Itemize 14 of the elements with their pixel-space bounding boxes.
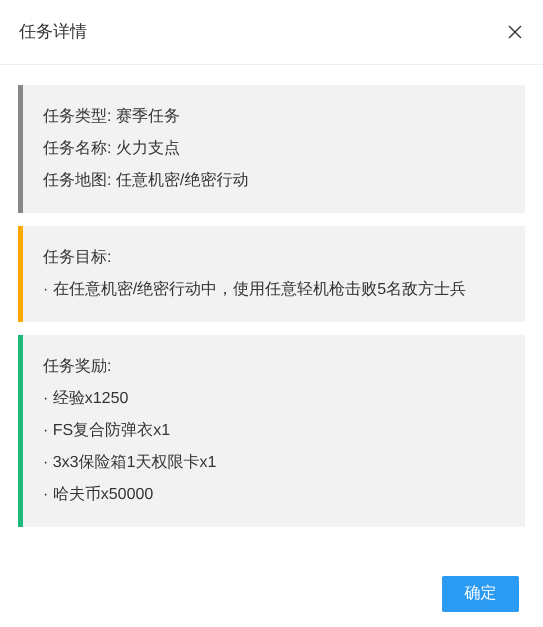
info-line: 任务类型: 赛季任务 <box>43 106 181 127</box>
info-line: 任务地图: 任意机密/绝密行动 <box>43 170 250 191</box>
close-icon <box>508 25 522 39</box>
info-line: · 3x3保险箱1天权限卡x1 <box>43 452 218 473</box>
info-line: 任务目标: <box>43 248 112 268</box>
confirm-button[interactable]: 确定 <box>442 576 519 612</box>
info-line: · 哈夫币x50000 <box>43 484 154 505</box>
info-line: · FS复合防弹衣x1 <box>43 420 172 441</box>
info-line: · 经验x1250 <box>43 389 130 409</box>
info-line: 任务奖励: <box>43 357 112 377</box>
dialog-title: 任务详情 <box>19 21 87 44</box>
close-button[interactable] <box>506 23 524 41</box>
info-line: 任务名称: 火力支点 <box>43 138 181 159</box>
info-line: · 在任意机密/绝密行动中，使用任意轻机枪击败5名敌方士兵 <box>43 280 468 300</box>
